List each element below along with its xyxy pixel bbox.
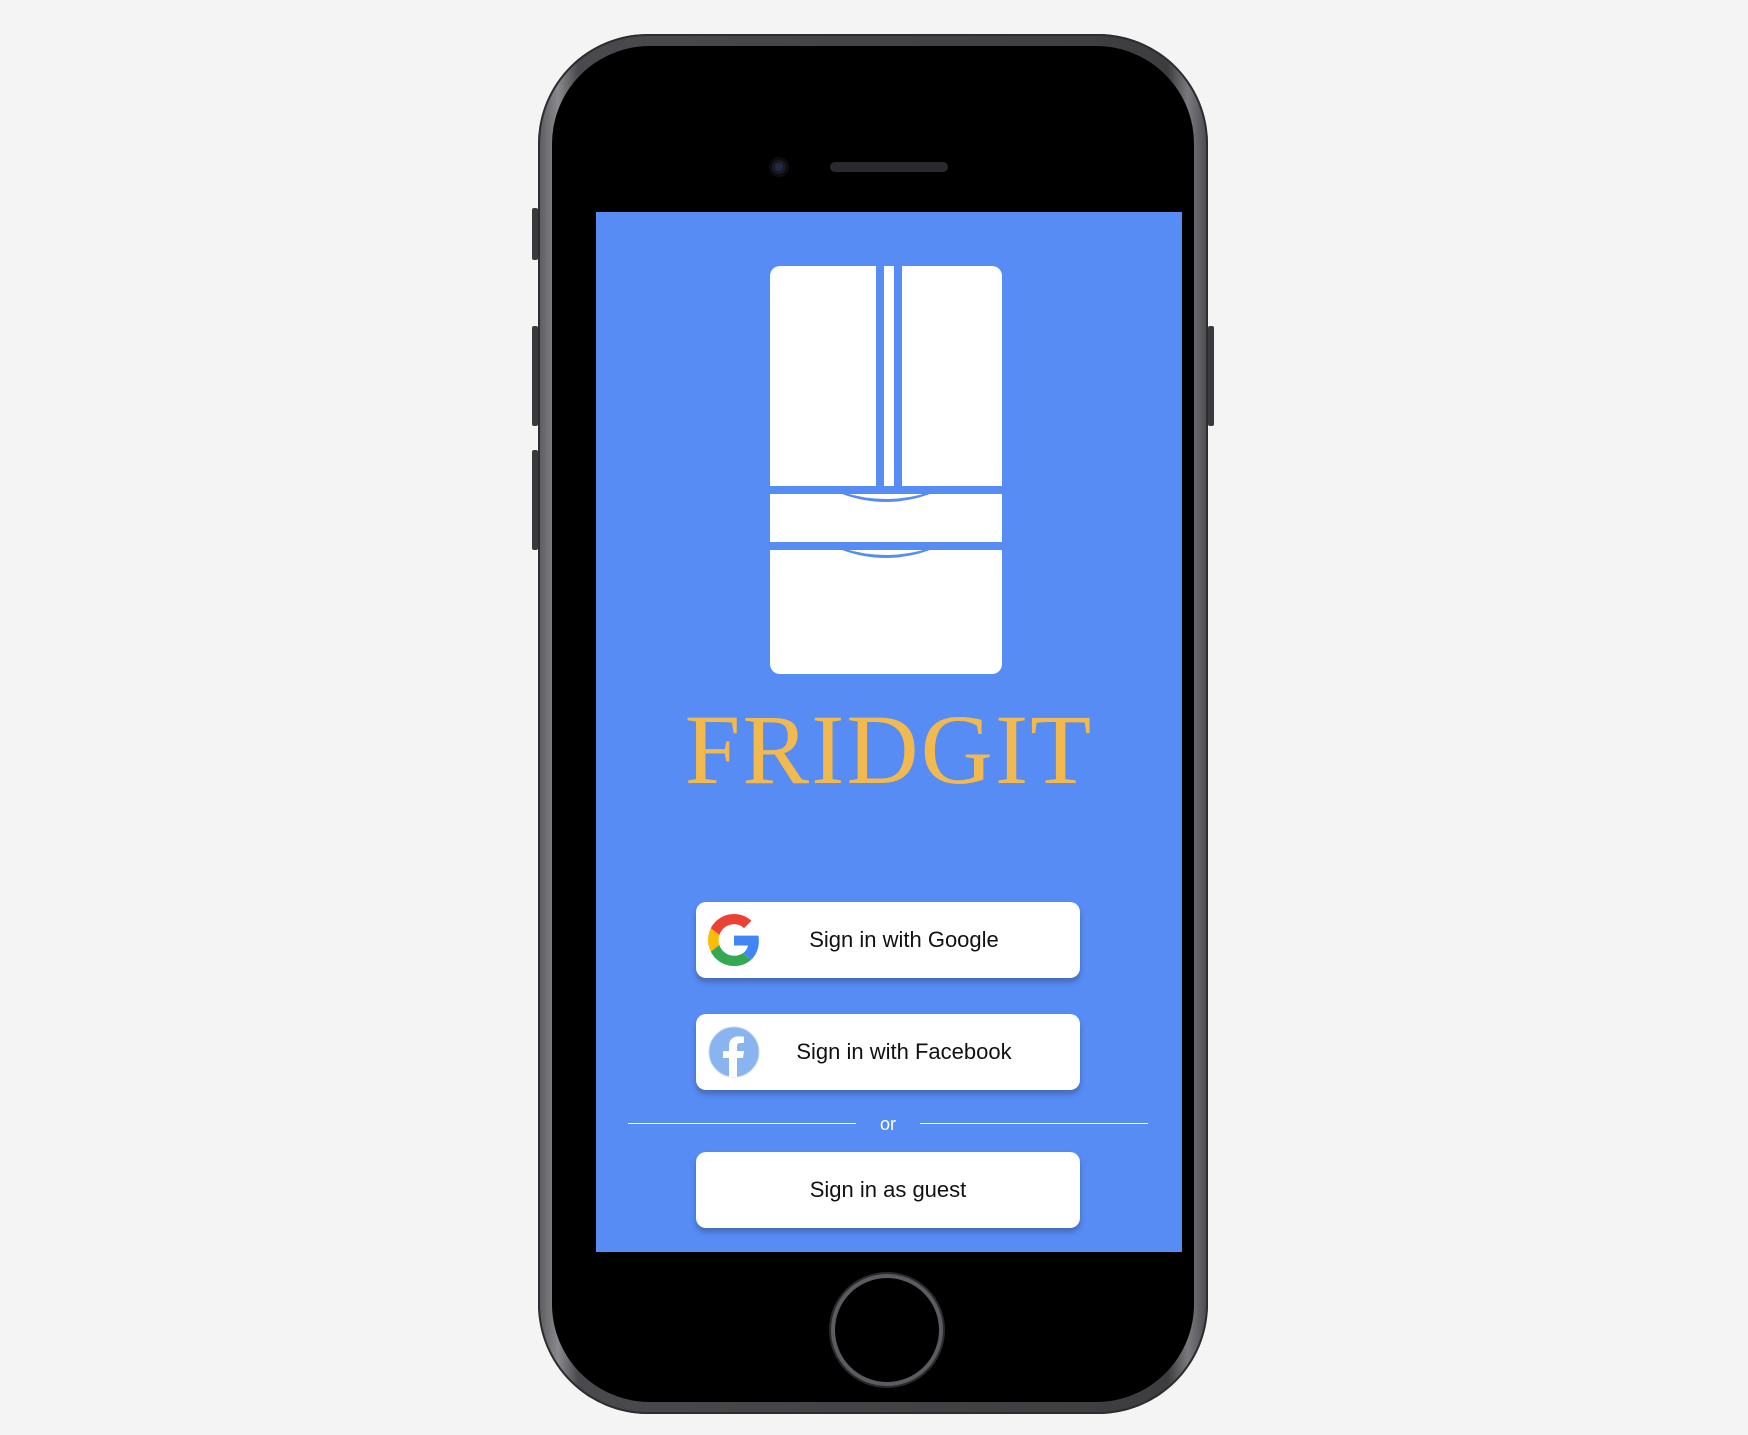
volume-down-button (532, 450, 538, 550)
app-title: FRIDGIT (684, 694, 1094, 805)
mute-switch (532, 208, 538, 260)
google-icon (708, 914, 759, 966)
sign-in-facebook-button[interactable]: Sign in with Facebook (696, 1014, 1080, 1090)
phone-frame: FRIDGIT Sign in with Google Sign in with… (532, 34, 1214, 1414)
sign-in-google-label: Sign in with Google (809, 927, 999, 952)
sign-in-facebook-label: Sign in with Facebook (796, 1039, 1012, 1064)
sign-in-guest-label: Sign in as guest (809, 1177, 967, 1202)
divider-text: or (879, 1114, 896, 1134)
volume-up-button (532, 326, 538, 426)
divider-line-right (920, 1123, 1148, 1124)
fridge-icon (770, 266, 1002, 674)
login-screen: FRIDGIT Sign in with Google Sign in with… (596, 212, 1182, 1252)
sign-in-google-button[interactable]: Sign in with Google (696, 902, 1080, 978)
home-button[interactable] (835, 1278, 939, 1382)
phone-bezel: FRIDGIT Sign in with Google Sign in with… (552, 46, 1194, 1402)
facebook-icon (708, 1026, 760, 1078)
sign-in-guest-button[interactable]: Sign in as guest (696, 1152, 1080, 1228)
power-button (1208, 326, 1214, 426)
front-camera (769, 157, 789, 177)
or-divider: or (628, 1112, 1148, 1136)
divider-line-left (628, 1123, 856, 1124)
earpiece-speaker (830, 162, 948, 172)
